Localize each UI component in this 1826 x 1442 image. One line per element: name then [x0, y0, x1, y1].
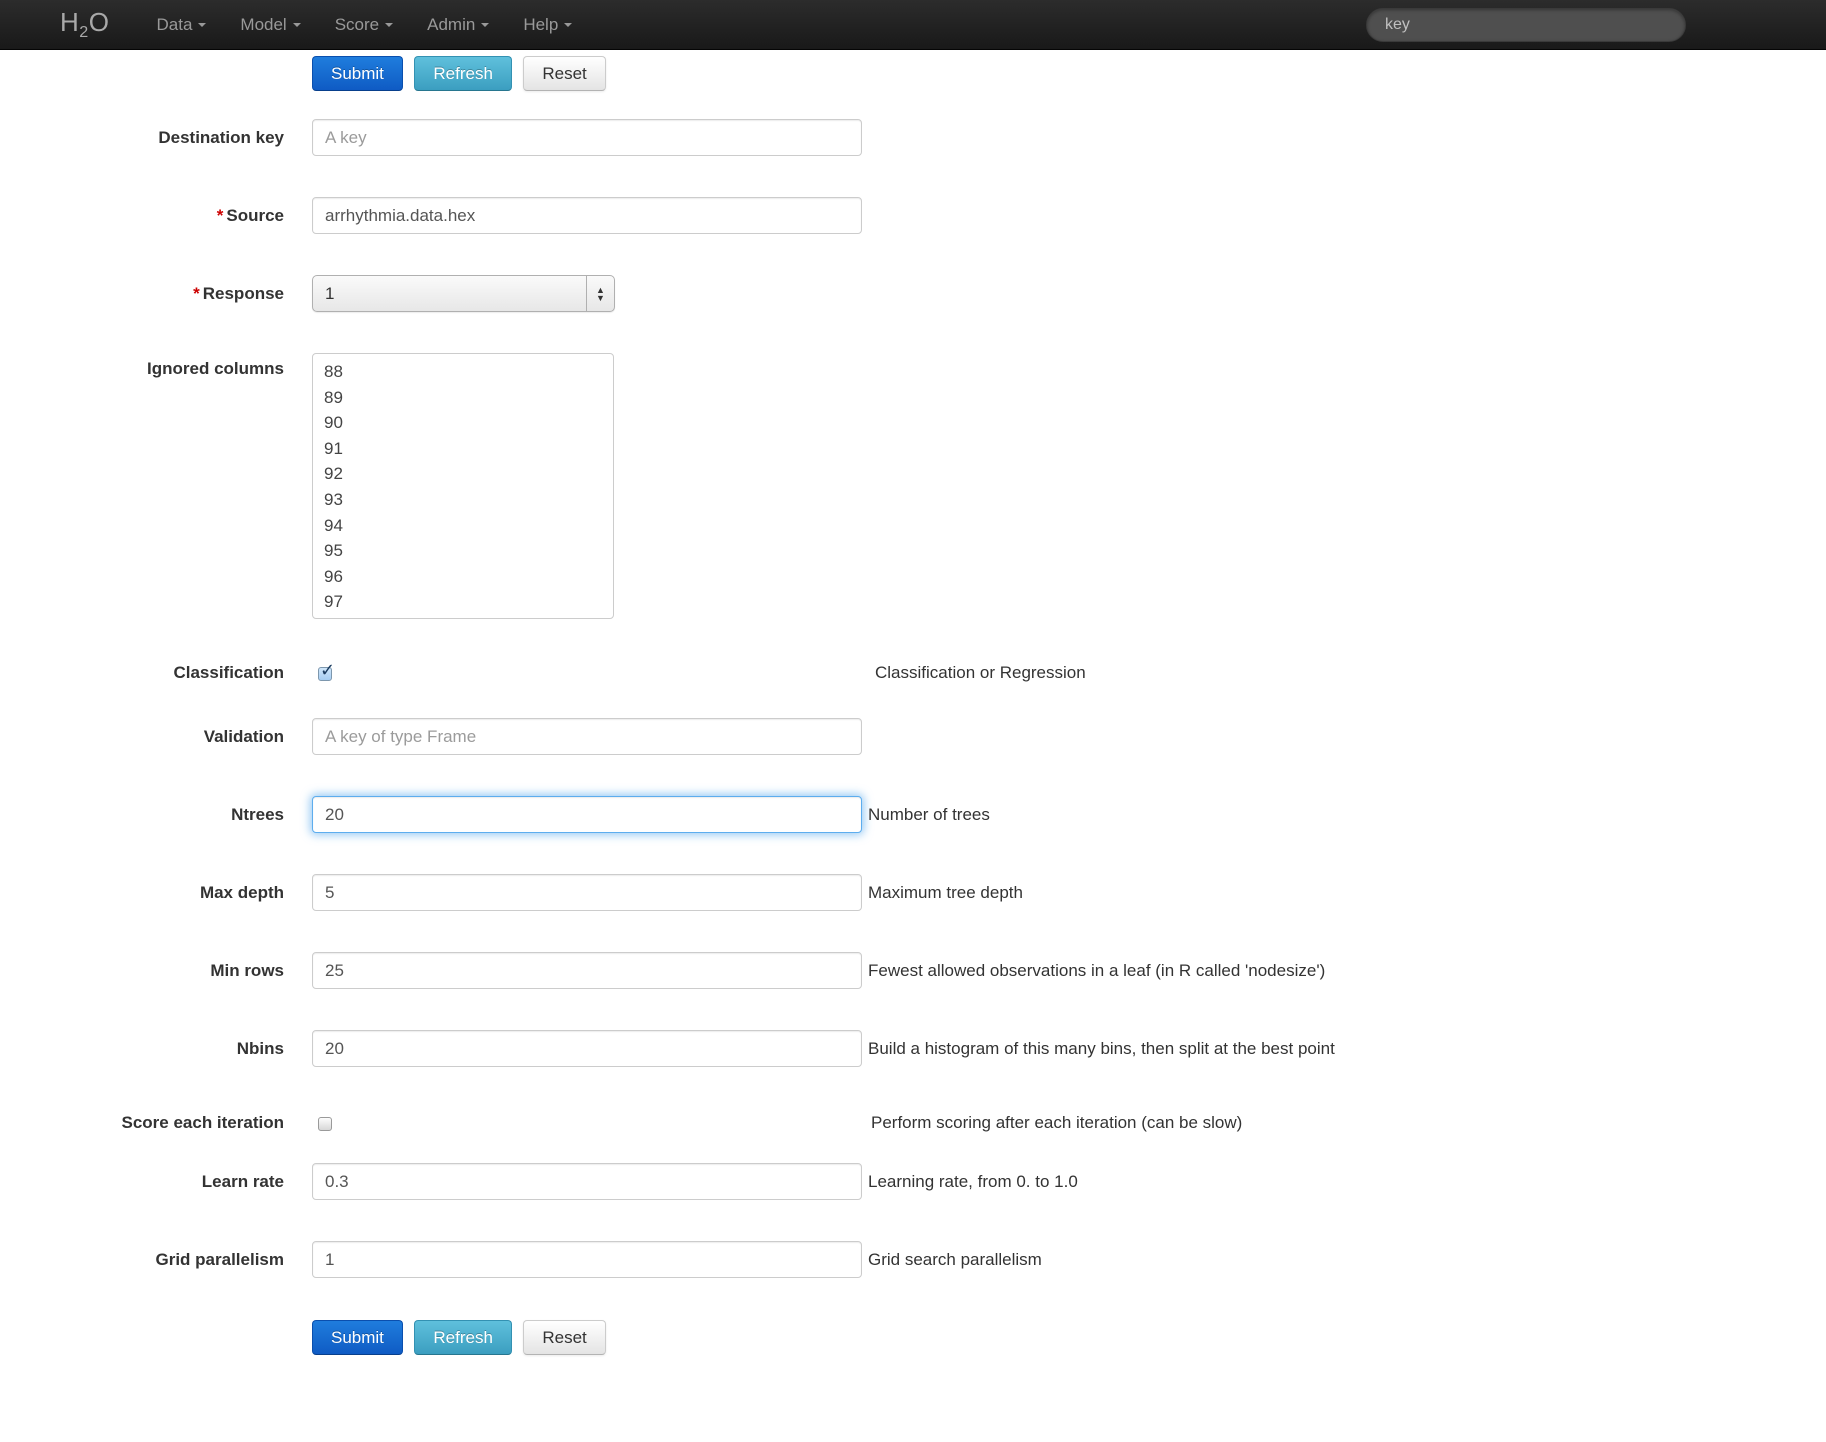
field-label-response-text: Response: [202, 284, 284, 303]
destination-key-input[interactable]: [312, 119, 862, 156]
list-item[interactable]: 88: [313, 359, 613, 385]
chevron-down-icon: [481, 22, 490, 27]
brand-subscript: 2: [79, 23, 89, 42]
nav-menu-item-label: Data: [156, 14, 193, 34]
list-item[interactable]: 91: [313, 436, 613, 462]
nav-menu-item-label: Help: [523, 14, 559, 34]
reset-button-bottom[interactable]: Reset: [523, 1320, 606, 1355]
field-label-learn-rate: Learn rate: [201, 1172, 284, 1191]
grid-parallelism-input[interactable]: [312, 1241, 862, 1278]
toolbar-bottom: Submit Refresh Reset: [312, 1320, 1826, 1355]
field-label-score-each-iteration: Score each iteration: [121, 1113, 284, 1132]
classification-checkbox[interactable]: [318, 660, 335, 681]
reset-button[interactable]: Reset: [523, 56, 606, 91]
brand-text-suffix: O: [88, 6, 110, 37]
ignored-columns-listbox[interactable]: 88 89 90 91 92 93 94 95 96 97: [312, 353, 614, 619]
field-label-ntrees: Ntrees: [231, 805, 284, 824]
chevron-down-icon: [292, 22, 301, 27]
nav-menu-item-label: Score: [334, 14, 380, 34]
help-text-ntrees: Number of trees: [868, 805, 990, 824]
nav-menu-item[interactable]: Admin: [410, 0, 506, 49]
list-item[interactable]: 90: [313, 410, 613, 436]
field-label-nbins: Nbins: [236, 1039, 284, 1058]
list-item[interactable]: 97: [313, 589, 613, 615]
field-label-response: * Response: [0, 275, 284, 312]
list-item[interactable]: 96: [313, 564, 613, 590]
help-text-max-depth: Maximum tree depth: [868, 883, 1023, 902]
list-item[interactable]: 92: [313, 461, 613, 487]
toolbar-top: Submit Refresh Reset: [312, 56, 1826, 91]
min-rows-input[interactable]: [312, 952, 862, 989]
field-label-destination-key: Destination key: [158, 128, 284, 147]
list-item[interactable]: 94: [313, 513, 613, 539]
nav-menu-item[interactable]: Data: [139, 0, 223, 49]
required-asterisk: *: [193, 284, 200, 303]
max-depth-input[interactable]: [312, 874, 862, 911]
nav-menu-item[interactable]: Score: [318, 0, 410, 49]
select-spinner-icon[interactable]: ▲ ▼: [586, 276, 614, 311]
help-text-score-each-iteration: Perform scoring after each iteration (ca…: [871, 1113, 1243, 1132]
help-text-grid-parallelism: Grid search parallelism: [868, 1250, 1042, 1269]
submit-button[interactable]: Submit: [312, 56, 403, 91]
nav-menu: Data Model Score Admin Help: [139, 0, 589, 49]
chevron-down-icon: [564, 22, 573, 27]
page: H2O Data Model Score Admin Help Submit R…: [0, 0, 1826, 1442]
validation-input[interactable]: [312, 718, 862, 755]
nav-menu-item-label: Model: [240, 14, 287, 34]
field-label-ignored-columns: Ignored columns: [147, 359, 284, 378]
help-text-min-rows: Fewest allowed observations in a leaf (i…: [868, 961, 1326, 980]
score-each-iteration-checkbox[interactable]: [318, 1116, 332, 1131]
help-text-learn-rate: Learning rate, from 0. to 1.0: [868, 1172, 1078, 1191]
nbins-input[interactable]: [312, 1030, 862, 1067]
required-asterisk: *: [216, 206, 224, 225]
response-select-value: 1: [325, 284, 335, 303]
field-label-validation: Validation: [203, 727, 284, 746]
refresh-button[interactable]: Refresh: [414, 56, 512, 91]
help-text-nbins: Build a histogram of this many bins, the…: [868, 1039, 1335, 1058]
source-input[interactable]: [312, 197, 862, 234]
field-label-grid-parallelism: Grid parallelism: [155, 1250, 285, 1269]
field-label-min-rows: Min rows: [210, 961, 284, 980]
nav-menu-item[interactable]: Help: [506, 0, 589, 49]
field-label-classification: Classification: [173, 663, 284, 682]
field-label-source: * Source: [0, 197, 284, 234]
list-item[interactable]: 95: [313, 538, 613, 564]
ntrees-input[interactable]: [312, 796, 862, 833]
navbar: H2O Data Model Score Admin Help: [0, 0, 1826, 50]
field-label-source-text: Source: [226, 206, 284, 225]
chevron-down-icon: [385, 22, 394, 27]
nav-menu-item[interactable]: Model: [223, 0, 317, 49]
help-text-classification: Classification or Regression: [875, 663, 1086, 682]
brand-text: H: [60, 6, 80, 37]
refresh-button-bottom[interactable]: Refresh: [414, 1320, 512, 1355]
nav-menu-item-label: Admin: [427, 14, 476, 34]
chevron-down-icon: [198, 22, 207, 27]
submit-button-bottom[interactable]: Submit: [312, 1320, 403, 1355]
navbar-search-input[interactable]: [1366, 8, 1686, 42]
list-item[interactable]: 93: [313, 487, 613, 513]
field-label-max-depth: Max depth: [199, 883, 284, 902]
list-item[interactable]: 89: [313, 385, 613, 411]
response-select[interactable]: 1 ▲ ▼: [312, 275, 615, 312]
h2o-logo[interactable]: H2O: [60, 7, 109, 42]
learn-rate-input[interactable]: [312, 1163, 862, 1200]
